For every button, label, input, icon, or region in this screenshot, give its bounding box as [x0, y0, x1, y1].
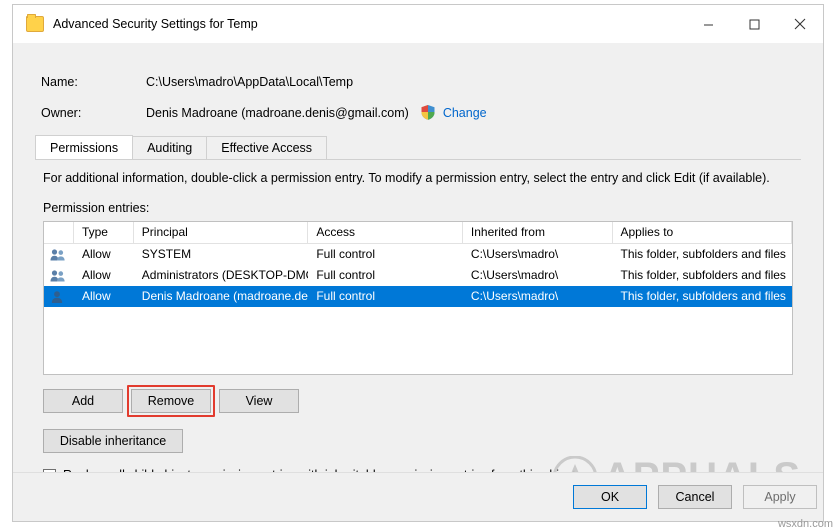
cell-applies-to: This folder, subfolders and files: [620, 247, 786, 261]
name-row: Name: C:\Users\madro\AppData\Local\Temp: [41, 75, 353, 89]
column-header-applies-to[interactable]: Applies to: [613, 222, 793, 243]
info-text: For additional information, double-click…: [43, 171, 770, 185]
owner-label: Owner:: [41, 105, 82, 120]
column-header-type[interactable]: Type: [74, 222, 134, 243]
table-row[interactable]: Allow Denis Madroane (madroane.deni... F…: [44, 286, 792, 307]
cell-principal: Denis Madroane (madroane.deni...: [141, 289, 309, 303]
cell-principal: Administrators (DESKTOP-DMO...: [141, 268, 309, 282]
minimize-icon[interactable]: [685, 5, 731, 43]
name-label: Name:: [41, 75, 78, 89]
dialog-content: Name: C:\Users\madro\AppData\Local\Temp …: [13, 43, 823, 521]
permission-entries-label: Permission entries:: [43, 201, 150, 215]
folder-icon: [26, 14, 44, 32]
cell-access: Full control: [316, 247, 376, 261]
permission-entries-list[interactable]: Type Principal Access Inherited from App…: [43, 221, 793, 375]
table-row[interactable]: Allow SYSTEM Full control C:\Users\madro…: [44, 244, 792, 265]
cell-access: Full control: [316, 289, 376, 303]
owner-row: Owner: Denis Madroane (madroane.denis@gm…: [41, 105, 487, 120]
cell-type: Allow: [81, 268, 111, 282]
owner-value: Denis Madroane (madroane.denis@gmail.com…: [146, 105, 409, 120]
site-watermark: wsxdn.com: [777, 518, 833, 530]
close-icon[interactable]: [777, 5, 823, 43]
cell-inherited-from: C:\Users\madro\: [470, 247, 559, 261]
cell-principal: SYSTEM: [141, 247, 192, 261]
column-header-access[interactable]: Access: [308, 222, 463, 243]
cell-type: Allow: [81, 247, 111, 261]
ok-button[interactable]: OK: [573, 485, 647, 509]
single-user-icon: [44, 290, 74, 304]
window-controls: [685, 5, 823, 43]
group-users-icon: [44, 248, 74, 262]
cell-applies-to: This folder, subfolders and files: [620, 289, 786, 303]
tab-bar: Permissions Auditing Effective Access: [35, 135, 801, 160]
shield-icon: [421, 105, 435, 120]
column-header-principal[interactable]: Principal: [134, 222, 309, 243]
dialog-footer: OK Cancel Apply: [13, 472, 823, 521]
disable-inheritance-button[interactable]: Disable inheritance: [43, 429, 183, 453]
cell-type: Allow: [81, 289, 111, 303]
cell-inherited-from: C:\Users\madro\: [470, 268, 559, 282]
name-value: C:\Users\madro\AppData\Local\Temp: [146, 75, 354, 89]
window-title: Advanced Security Settings for Temp: [53, 17, 258, 31]
view-button[interactable]: View: [219, 389, 299, 413]
cell-applies-to: This folder, subfolders and files: [620, 268, 786, 282]
group-users-icon: [44, 269, 74, 283]
list-header: Type Principal Access Inherited from App…: [44, 222, 793, 244]
apply-button: Apply: [743, 485, 817, 509]
cell-inherited-from: C:\Users\madro\: [470, 289, 559, 303]
cell-access: Full control: [316, 268, 376, 282]
table-row[interactable]: Allow Administrators (DESKTOP-DMO... Ful…: [44, 265, 792, 286]
tab-effective-access[interactable]: Effective Access: [206, 136, 328, 159]
title-bar: Advanced Security Settings for Temp: [13, 5, 823, 43]
remove-button-highlight: [127, 385, 215, 417]
change-owner-link[interactable]: Change: [443, 106, 487, 120]
maximize-icon[interactable]: [731, 5, 777, 43]
tab-permissions[interactable]: Permissions: [35, 135, 134, 159]
advanced-security-settings-window: Advanced Security Settings for Temp Name…: [12, 4, 824, 522]
column-header-inherited-from[interactable]: Inherited from: [463, 222, 613, 243]
tab-auditing[interactable]: Auditing: [132, 136, 208, 159]
cancel-button[interactable]: Cancel: [658, 485, 732, 509]
add-button[interactable]: Add: [43, 389, 123, 413]
column-header-icon[interactable]: [44, 222, 74, 243]
